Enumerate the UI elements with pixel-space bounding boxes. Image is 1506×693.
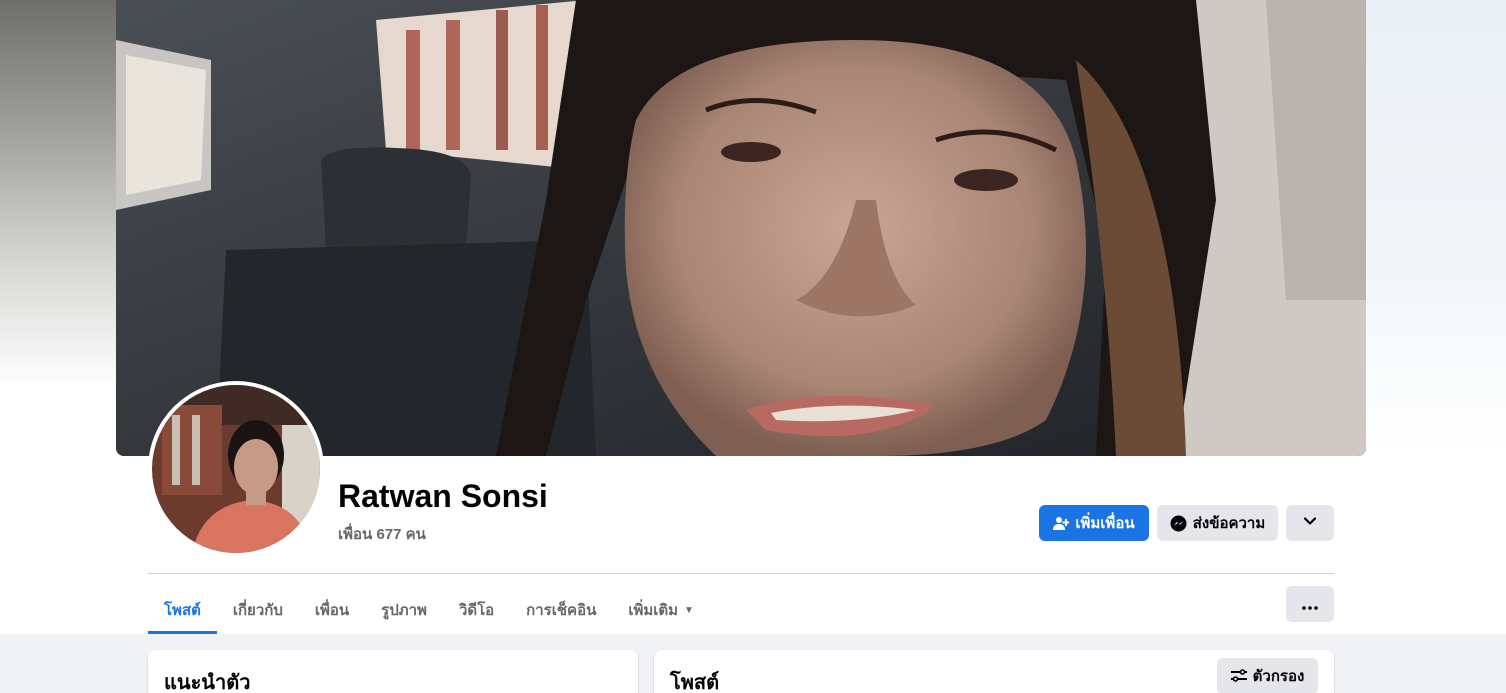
- cover-photo[interactable]: [116, 0, 1366, 456]
- tab-videos[interactable]: วิดีโอ: [443, 586, 510, 634]
- avatar: [152, 385, 320, 553]
- cover-photo-image: [116, 0, 1366, 456]
- tab-label: รูปภาพ: [381, 602, 427, 619]
- tab-label: การเช็คอิน: [526, 602, 597, 619]
- add-friend-button[interactable]: เพิ่มเพื่อน: [1039, 505, 1149, 541]
- tab-posts[interactable]: โพสต์: [148, 586, 217, 634]
- messenger-icon: [1170, 515, 1187, 532]
- tab-label: เกี่ยวกับ: [232, 602, 283, 619]
- filter-label: ตัวกรอง: [1252, 668, 1305, 685]
- profile-more-button[interactable]: [1286, 505, 1334, 541]
- tab-label: เพิ่มเติม: [628, 602, 679, 619]
- filter-button[interactable]: ตัวกรอง: [1217, 658, 1318, 693]
- ellipsis-icon: [1302, 594, 1318, 615]
- tab-options-button[interactable]: [1286, 586, 1334, 622]
- intro-card: แนะนำตัว: [148, 650, 638, 693]
- chevron-down-icon: [1303, 514, 1317, 532]
- tab-more[interactable]: เพิ่มเติม ▼: [612, 586, 710, 634]
- tab-label: เพื่อน: [314, 602, 350, 619]
- message-label: ส่งข้อความ: [1192, 515, 1266, 532]
- message-button[interactable]: ส่งข้อความ: [1157, 505, 1278, 541]
- add-friend-label: เพิ่มเพื่อน: [1075, 515, 1135, 532]
- add-friend-icon: [1053, 515, 1070, 531]
- caret-down-icon: ▼: [684, 604, 694, 616]
- filter-icon: [1230, 669, 1247, 683]
- friend-count[interactable]: เพื่อน 677 คน: [338, 522, 426, 546]
- header-divider: [148, 573, 1334, 574]
- profile-avatar[interactable]: [148, 381, 324, 557]
- tab-label: โพสต์: [164, 602, 201, 619]
- posts-card-title: โพสต์: [670, 672, 720, 693]
- profile-name: Ratwan Sonsi: [338, 478, 548, 514]
- tab-check-ins[interactable]: การเช็คอิน: [510, 586, 612, 634]
- tab-label: วิดีโอ: [458, 602, 495, 619]
- avatar-image: [152, 385, 320, 553]
- posts-card: โพสต์ ตัวกรอง: [654, 650, 1334, 693]
- profile-header: Ratwan Sonsi เพื่อน 677 คน เพิ่มเพื่อน ส…: [0, 0, 1506, 634]
- tab-friends[interactable]: เพื่อน: [299, 586, 365, 634]
- tab-about[interactable]: เกี่ยวกับ: [217, 586, 299, 634]
- cover-backdrop-right: [1356, 0, 1506, 456]
- tab-photos[interactable]: รูปภาพ: [365, 586, 443, 634]
- intro-card-title: แนะนำตัว: [164, 672, 251, 693]
- profile-tabs: โพสต์ เกี่ยวกับ เพื่อน รูปภาพ วิดีโอ การ…: [148, 586, 710, 634]
